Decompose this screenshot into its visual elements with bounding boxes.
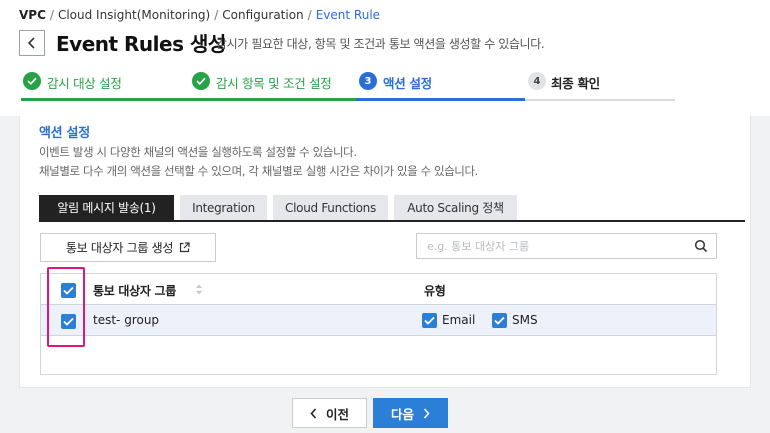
- tab-cloud-functions[interactable]: Cloud Functions: [273, 195, 388, 220]
- sort-icon[interactable]: [195, 283, 203, 296]
- step-1-bar: [21, 98, 188, 101]
- step-4-number: 4: [528, 72, 546, 90]
- column-header-type: 유형: [424, 284, 446, 298]
- breadcrumb-separator: /: [214, 8, 219, 22]
- step-3[interactable]: 3 액션 설정: [356, 70, 525, 102]
- group-table: 통보 대상자 그룹 유형 test- group Email SMS: [40, 273, 717, 375]
- check-icon: [494, 316, 505, 325]
- breadcrumb-separator: /: [49, 8, 54, 22]
- breadcrumb-separator: /: [307, 8, 312, 22]
- email-checkbox[interactable]: [422, 313, 437, 328]
- search-icon[interactable]: [694, 239, 708, 253]
- step-4[interactable]: 4 최종 확인: [525, 70, 675, 102]
- check-circle-icon: [192, 72, 210, 90]
- check-icon: [63, 286, 74, 295]
- next-button[interactable]: 다음: [373, 398, 448, 428]
- section-desc-line-2: 채널별로 다수 개의 액션을 선택할 수 있으며, 각 채널별로 실행 시간은 …: [39, 164, 478, 178]
- tab-integration[interactable]: Integration: [180, 195, 267, 220]
- create-group-label: 통보 대상자 그룹 생성: [65, 241, 174, 255]
- row-group-name: test- group: [93, 313, 160, 327]
- breadcrumb-vpc[interactable]: VPC: [19, 8, 46, 22]
- select-all-checkbox[interactable]: [61, 283, 76, 298]
- chevron-right-icon: [423, 407, 430, 419]
- chevron-left-icon: [310, 407, 317, 419]
- step-3-bar: [356, 98, 525, 101]
- step-2[interactable]: 감시 항목 및 조건 설정: [188, 70, 356, 102]
- sms-label: SMS: [512, 313, 538, 327]
- step-4-bar: [525, 99, 675, 101]
- table-row[interactable]: test- group Email SMS: [41, 305, 716, 336]
- step-3-number: 3: [359, 72, 377, 90]
- prev-button[interactable]: 이전: [292, 398, 367, 428]
- tab-auto-scaling[interactable]: Auto Scaling 정책: [394, 195, 517, 220]
- check-icon: [424, 316, 435, 325]
- step-1-label: 감시 대상 설정: [47, 76, 122, 91]
- section-description: 이벤트 발생 시 다양한 채널의 액션을 실행하도록 설정할 수 있습니다. 채…: [39, 143, 478, 181]
- section-title: 액션 설정: [39, 126, 90, 141]
- page-title: Event Rules 생성: [56, 32, 226, 56]
- prev-label: 이전: [325, 406, 349, 422]
- next-label: 다음: [390, 406, 414, 422]
- action-settings-panel: 액션 설정 이벤트 발생 시 다양한 채널의 액션을 실행하도록 설정할 수 있…: [19, 116, 751, 388]
- group-search: [416, 233, 717, 259]
- step-2-bar: [188, 98, 356, 101]
- tab-notification[interactable]: 알림 메시지 발송(1): [39, 195, 174, 220]
- step-4-label: 최종 확인: [551, 76, 600, 91]
- check-icon: [63, 317, 74, 326]
- chevron-left-icon: [27, 37, 35, 49]
- row-checkbox[interactable]: [61, 314, 76, 329]
- column-header-group: 통보 대상자 그룹: [93, 284, 176, 298]
- external-link-icon: [180, 242, 190, 253]
- step-progress: 감시 대상 설정 감시 항목 및 조건 설정 3 액션 설정 4 최종 확인: [21, 70, 675, 102]
- group-search-input[interactable]: [427, 238, 677, 254]
- sms-checkbox[interactable]: [492, 313, 507, 328]
- step-2-label: 감시 항목 및 조건 설정: [216, 76, 332, 91]
- action-tabs: 알림 메시지 발송(1) Integration Cloud Functions…: [39, 195, 745, 222]
- email-label: Email: [442, 313, 476, 327]
- section-desc-line-1: 이벤트 발생 시 다양한 채널의 액션을 실행하도록 설정할 수 있습니다.: [39, 145, 357, 159]
- step-3-label: 액션 설정: [383, 76, 432, 91]
- back-button[interactable]: [19, 30, 45, 56]
- breadcrumb-cloud-insight[interactable]: Cloud Insight(Monitoring): [58, 8, 210, 22]
- table-header: 통보 대상자 그룹 유형: [41, 274, 716, 305]
- page-description: 감시가 필요한 대상, 항목 및 조건과 통보 액션을 생성할 수 있습니다.: [216, 37, 545, 51]
- create-group-button[interactable]: 통보 대상자 그룹 생성: [40, 233, 216, 262]
- check-circle-icon: [23, 72, 41, 90]
- breadcrumb-configuration[interactable]: Configuration: [222, 8, 303, 22]
- breadcrumb-current: Event Rule: [315, 8, 381, 22]
- breadcrumb: VPC / Cloud Insight(Monitoring) / Configurat…: [19, 8, 380, 22]
- page-header: VPC / Cloud Insight(Monitoring) / Configurat…: [0, 0, 770, 116]
- step-1[interactable]: 감시 대상 설정: [21, 70, 188, 102]
